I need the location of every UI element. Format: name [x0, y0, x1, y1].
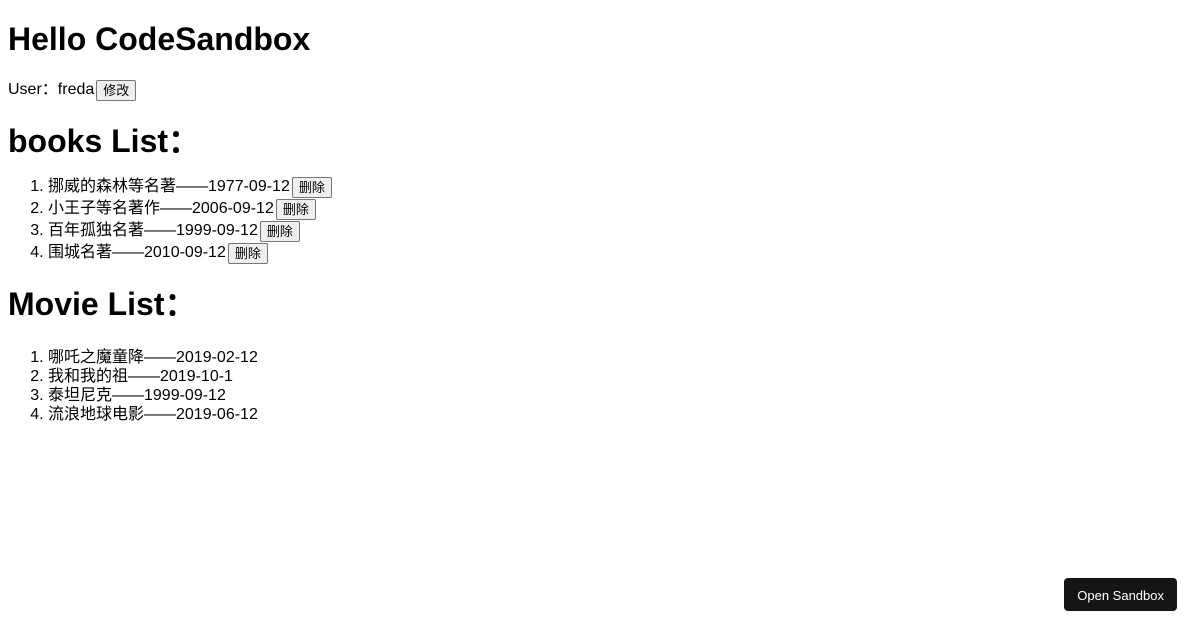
movie-list-title: Movie List：: [8, 286, 197, 322]
movie-item: 泰坦尼克——1999-09-12: [48, 387, 1192, 406]
user-label: User：: [8, 81, 58, 98]
edit-user-button[interactable]: 修改: [96, 79, 137, 101]
books-list: 挪威的森林等名著——1977-09-12删除 小王子等名著作——2006-09-…: [8, 176, 1192, 264]
user-line: User： freda 修改: [8, 79, 1192, 101]
movie-item: 流浪地球电影——2019-06-12: [48, 406, 1192, 425]
book-item-text: 小王子等名著作——2006-09-12: [48, 200, 274, 217]
book-item: 百年孤独名著——1999-09-12删除: [48, 220, 1192, 242]
book-item: 小王子等名著作——2006-09-12删除: [48, 198, 1192, 220]
books-list-title: books List：: [8, 123, 201, 159]
book-item-text: 挪威的森林等名著——1977-09-12: [48, 178, 290, 195]
movie-item: 哪吒之魔童降——2019-02-12: [48, 349, 1192, 368]
movie-list: 哪吒之魔童降——2019-02-12 我和我的祖——2019-10-1 泰坦尼克…: [8, 349, 1192, 425]
book-item-text: 百年孤独名著——1999-09-12: [48, 222, 258, 239]
delete-book-button[interactable]: 删除: [275, 198, 316, 220]
book-item: 围城名著——2010-09-12删除: [48, 242, 1192, 264]
open-sandbox-button[interactable]: Open Sandbox: [1064, 578, 1177, 611]
movie-item: 我和我的祖——2019-10-1: [48, 368, 1192, 387]
page-title: Hello CodeSandbox: [8, 21, 311, 57]
book-item: 挪威的森林等名著——1977-09-12删除: [48, 176, 1192, 198]
delete-book-button[interactable]: 删除: [227, 242, 268, 264]
delete-book-button[interactable]: 删除: [291, 176, 332, 198]
book-item-text: 围城名著——2010-09-12: [48, 244, 226, 261]
delete-book-button[interactable]: 删除: [259, 220, 300, 242]
app-root: Hello CodeSandbox User： freda 修改 books Lis…: [0, 21, 1200, 425]
user-name: freda: [57, 81, 95, 98]
